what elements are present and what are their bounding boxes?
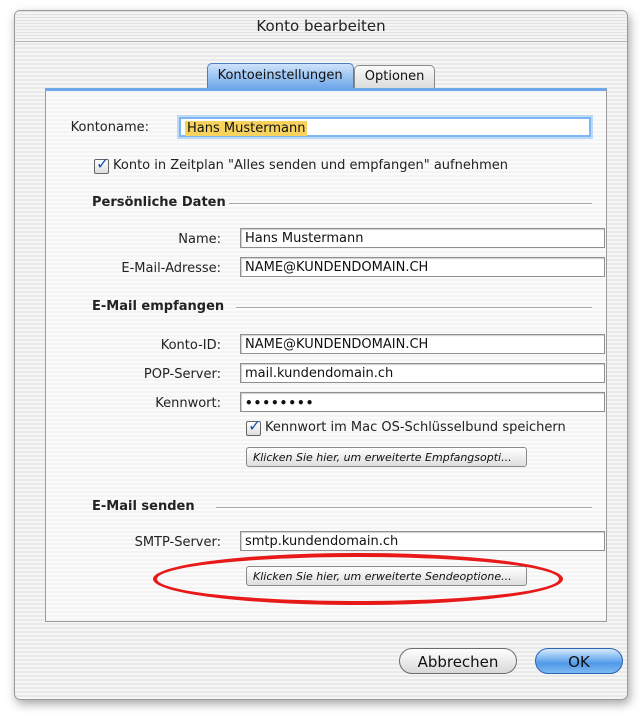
account-id-field[interactable]: NAME@KUNDENDOMAIN.CH <box>240 334 605 354</box>
send-heading: E-Mail senden <box>92 499 195 514</box>
smtp-server-field[interactable]: smtp.kundendomain.ch <box>240 531 605 551</box>
highlight-annotation-ellipse <box>153 553 563 605</box>
checkmark-icon: ✓ <box>248 416 262 435</box>
email-address-field[interactable]: NAME@KUNDENDOMAIN.CH <box>240 257 605 277</box>
name-label: Name: <box>178 232 221 247</box>
cancel-button[interactable]: Abbrechen <box>399 648 517 674</box>
tab-account-settings[interactable]: Kontoeinstellungen <box>206 63 354 88</box>
password-label: Kennwort: <box>155 396 221 411</box>
account-id-label: Konto-ID: <box>160 338 221 353</box>
pop-server-label: POP-Server: <box>143 367 221 382</box>
window-title: Konto bearbeiten <box>15 11 627 42</box>
tab-bar: Kontoeinstellungen Optionen <box>15 63 627 89</box>
email-address-label: E-Mail-Adresse: <box>121 261 221 276</box>
receive-heading: E-Mail empfangen <box>92 299 225 314</box>
section-divider <box>216 507 592 509</box>
tab-options[interactable]: Optionen <box>353 65 436 88</box>
name-field[interactable]: Hans Mustermann <box>240 228 605 248</box>
section-divider <box>229 203 592 205</box>
account-name-field[interactable]: Hans Mustermann <box>179 117 591 137</box>
keychain-checkbox-label: Kennwort im Mac OS-Schlüsselbund speiche… <box>265 420 566 435</box>
ok-button[interactable]: OK <box>535 648 623 674</box>
section-divider <box>236 307 592 309</box>
schedule-checkbox-label: Konto in Zeitplan "Alles senden und empf… <box>113 158 509 173</box>
keychain-checkbox[interactable]: ✓ <box>246 417 261 436</box>
account-settings-panel: Kontoname: Hans Mustermann ✓ Konto in Ze… <box>45 88 607 622</box>
personal-data-heading: Persönliche Daten <box>92 195 226 210</box>
schedule-checkbox[interactable]: ✓ <box>94 155 109 174</box>
account-name-value: Hans Mustermann <box>185 121 308 136</box>
smtp-server-label: SMTP-Server: <box>134 535 221 550</box>
password-field[interactable]: •••••••• <box>240 392 605 412</box>
pop-server-field[interactable]: mail.kundendomain.ch <box>240 363 605 383</box>
checkmark-icon: ✓ <box>96 154 110 173</box>
account-name-label: Kontoname: <box>70 120 149 135</box>
advanced-receive-options-button[interactable]: Klicken Sie hier, um erweiterte Empfangs… <box>246 447 527 467</box>
